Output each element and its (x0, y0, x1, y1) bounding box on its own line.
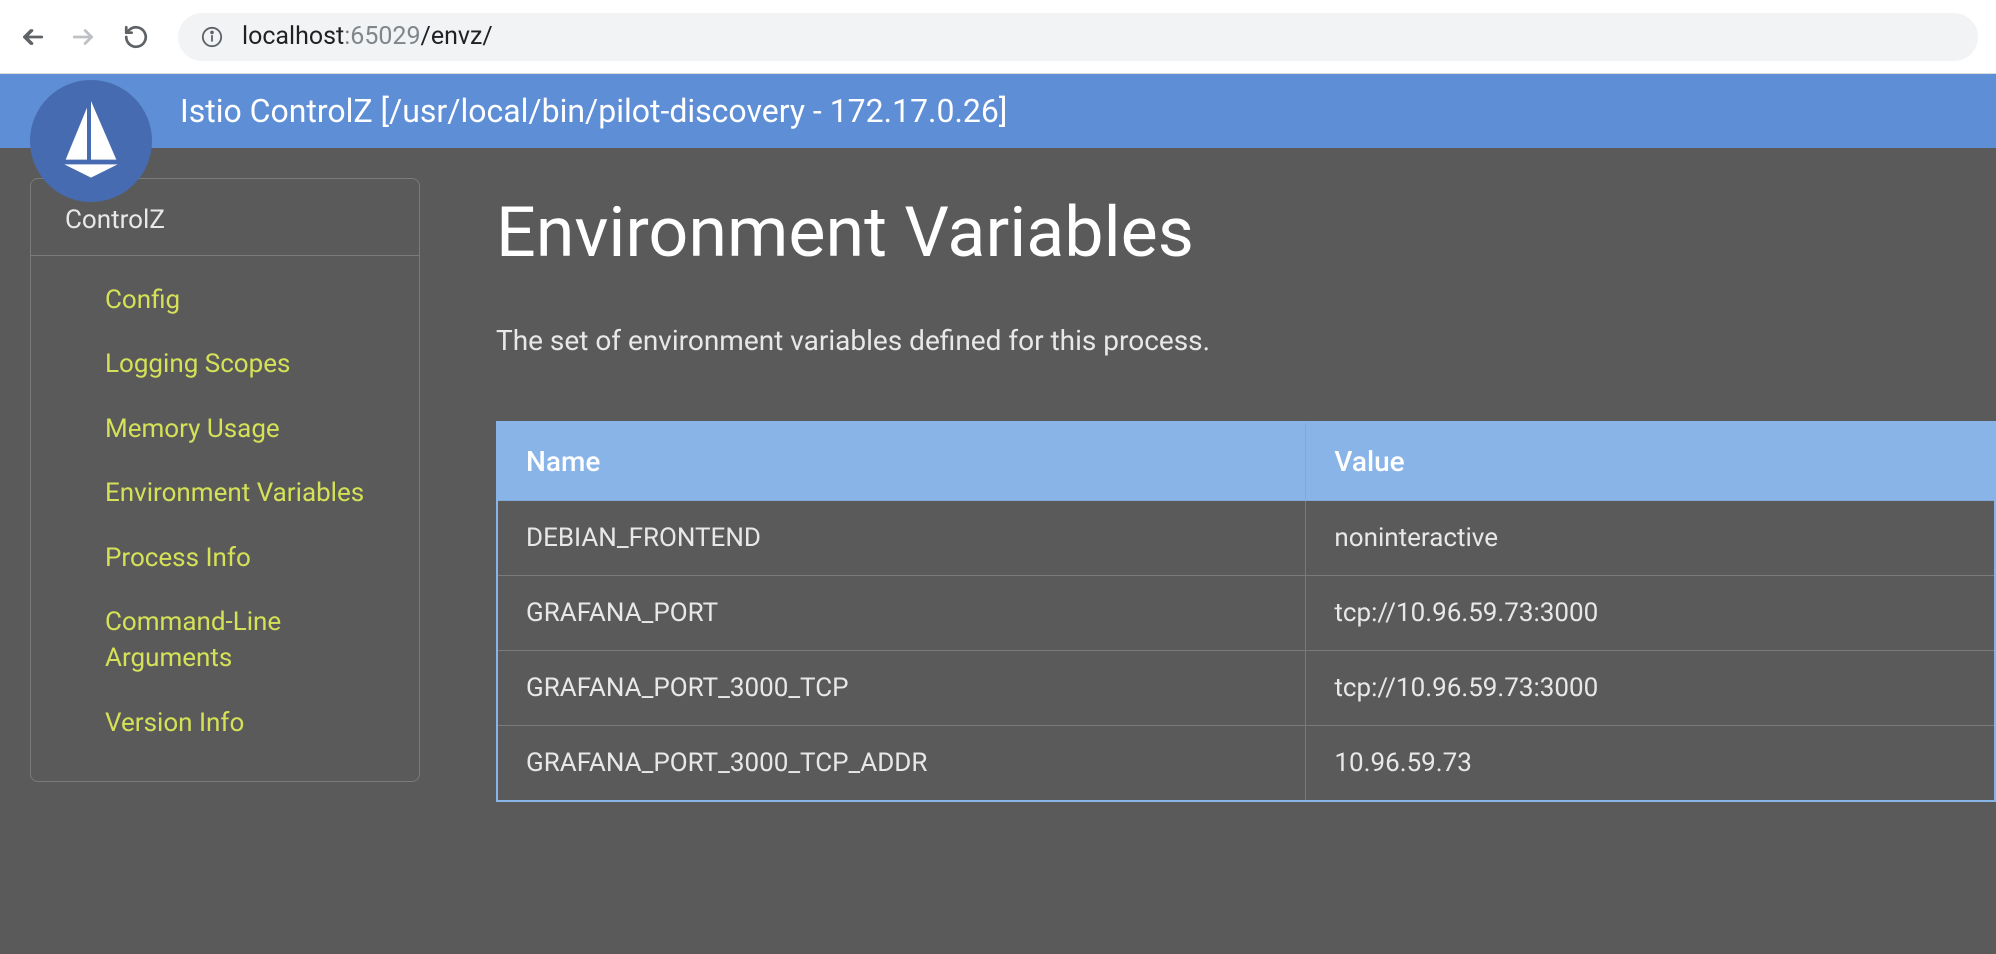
table-header-name: Name (497, 422, 1306, 501)
sidebar-item-command-line-arguments[interactable]: Command-Line Arguments (31, 590, 419, 691)
sidebar-item-logging-scopes[interactable]: Logging Scopes (31, 332, 419, 396)
back-button[interactable] (18, 23, 46, 51)
sidebar-item-config[interactable]: Config (31, 268, 419, 332)
page-description: The set of environment variables defined… (496, 324, 1996, 357)
url-port: :65029 (344, 22, 420, 51)
env-name: GRAFANA_PORT_3000_TCP_ADDR (497, 726, 1306, 802)
sidebar-title: ControlZ (31, 205, 419, 256)
table-row: DEBIAN_FRONTEND noninteractive (497, 501, 1995, 576)
table-row: GRAFANA_PORT_3000_TCP_ADDR 10.96.59.73 (497, 726, 1995, 802)
table-header-row: Name Value (497, 422, 1995, 501)
url-host: localhost (242, 22, 344, 51)
env-value: tcp://10.96.59.73:3000 (1306, 576, 1995, 651)
url-path: /envz/ (421, 22, 493, 51)
app-header: Istio ControlZ [/usr/local/bin/pilot-dis… (0, 74, 1996, 148)
env-value: 10.96.59.73 (1306, 726, 1995, 802)
istio-logo[interactable] (30, 80, 152, 202)
browser-toolbar: localhost:65029/envz/ (0, 0, 1996, 74)
sailboat-icon (56, 101, 126, 181)
env-name: GRAFANA_PORT_3000_TCP (497, 651, 1306, 726)
env-value: noninteractive (1306, 501, 1995, 576)
sidebar-panel: ControlZ Config Logging Scopes Memory Us… (30, 178, 420, 782)
forward-button[interactable] (70, 23, 98, 51)
content-area: ControlZ Config Logging Scopes Memory Us… (0, 148, 1996, 954)
table-row: GRAFANA_PORT_3000_TCP tcp://10.96.59.73:… (497, 651, 1995, 726)
env-name: GRAFANA_PORT (497, 576, 1306, 651)
header-title: Istio ControlZ [/usr/local/bin/pilot-dis… (180, 92, 1007, 130)
address-bar[interactable]: localhost:65029/envz/ (178, 13, 1978, 61)
info-icon[interactable] (200, 25, 224, 49)
sidebar-item-process-info[interactable]: Process Info (31, 526, 419, 590)
env-value: tcp://10.96.59.73:3000 (1306, 651, 1995, 726)
main-content: Environment Variables The set of environ… (450, 148, 1996, 954)
sidebar-item-memory-usage[interactable]: Memory Usage (31, 397, 419, 461)
env-variables-table: Name Value DEBIAN_FRONTEND noninteractiv… (496, 421, 1996, 802)
env-name: DEBIAN_FRONTEND (497, 501, 1306, 576)
sidebar: ControlZ Config Logging Scopes Memory Us… (0, 148, 450, 954)
sidebar-item-environment-variables[interactable]: Environment Variables (31, 461, 419, 525)
sidebar-item-version-info[interactable]: Version Info (31, 691, 419, 755)
url-text: localhost:65029/envz/ (242, 22, 493, 51)
reload-button[interactable] (122, 23, 150, 51)
table-row: GRAFANA_PORT tcp://10.96.59.73:3000 (497, 576, 1995, 651)
page-title: Environment Variables (496, 192, 1996, 274)
table-header-value: Value (1306, 422, 1995, 501)
